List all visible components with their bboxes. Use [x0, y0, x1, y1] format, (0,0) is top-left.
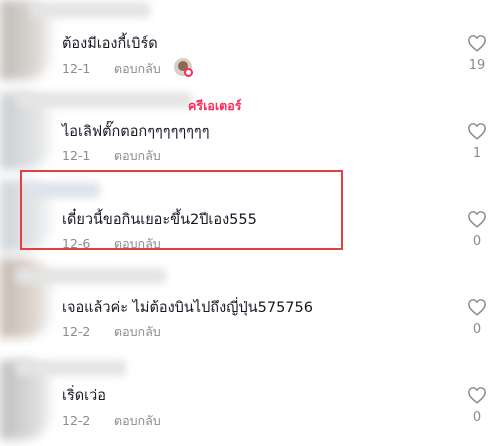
like-count: 1: [472, 146, 482, 161]
creator-liked-badge: [184, 68, 193, 77]
like-count: 0: [472, 234, 482, 249]
comment-meta: 12-6 ตอบกลับ: [62, 234, 161, 254]
comment-meta: 12-2 ตอบกลับ: [62, 411, 161, 431]
reply-button[interactable]: ตอบกลับ: [114, 236, 161, 251]
comment-meta: 12-1 ตอบกลับ: [62, 59, 161, 79]
comment-text: เดี๋ยวนี้ขอกินเยอะขึ้น2ปีเอง555: [62, 212, 257, 228]
heart-outline-icon[interactable]: [467, 122, 487, 140]
like-count: 0: [472, 322, 482, 337]
comment-item: ต้องมีเองกี้เบิร์ด 12-1 ตอบกลับ 19: [0, 0, 504, 88]
comment-item: เจอแล้วค่ะ ไม่ต้องบินไปถึงญี่ปุ่น575756 …: [0, 264, 504, 352]
comment-text: เจอแล้วค่ะ ไม่ต้องบินไปถึงญี่ปุ่น575756: [62, 300, 313, 316]
comment-meta: 12-1 ตอบกลับ: [62, 146, 161, 166]
heart-outline-icon[interactable]: [467, 298, 487, 316]
comment-text: ไอเลิฟตั๊กตอกๆๆๆๆๆๆๆๆ: [62, 124, 210, 140]
reply-button[interactable]: ตอบกลับ: [114, 61, 161, 76]
comment-meta: 12-2 ตอบกลับ: [62, 322, 161, 342]
comment-list: ต้องมีเองกี้เบิร์ด 12-1 ตอบกลับ 19 ครีเอ…: [0, 0, 504, 446]
reply-button[interactable]: ตอบกลับ: [114, 413, 161, 428]
heart-outline-icon[interactable]: [467, 34, 487, 52]
reply-button[interactable]: ตอบกลับ: [114, 148, 161, 163]
comment-item: ไอเลิฟตั๊กตอกๆๆๆๆๆๆๆๆ 12-1 ตอบกลับ 1: [0, 88, 504, 176]
like-control[interactable]: 19: [462, 34, 492, 73]
comment-item: เดี๋ยวนี้ขอกินเยอะขึ้น2ปีเอง555 12-6 ตอบ…: [0, 176, 504, 264]
like-count: 19: [468, 58, 486, 73]
like-control[interactable]: 0: [462, 210, 492, 249]
comment-date: 12-1: [62, 148, 91, 163]
comment-date: 12-1: [62, 61, 91, 76]
comment-date: 12-2: [62, 413, 91, 428]
comment-text: เริ่ดเว่อ: [62, 388, 106, 404]
reply-button[interactable]: ตอบกลับ: [114, 324, 161, 339]
like-count: 0: [472, 410, 482, 425]
like-control[interactable]: 1: [462, 122, 492, 161]
comment-date: 12-6: [62, 236, 91, 251]
heart-outline-icon[interactable]: [467, 386, 487, 404]
like-control[interactable]: 0: [462, 386, 492, 425]
heart-outline-icon[interactable]: [467, 210, 487, 228]
like-control[interactable]: 0: [462, 298, 492, 337]
comment-item: เริ่ดเว่อ 12-2 ตอบกลับ 0: [0, 352, 504, 440]
comment-date: 12-2: [62, 324, 91, 339]
comment-text: ต้องมีเองกี้เบิร์ด: [62, 36, 158, 52]
